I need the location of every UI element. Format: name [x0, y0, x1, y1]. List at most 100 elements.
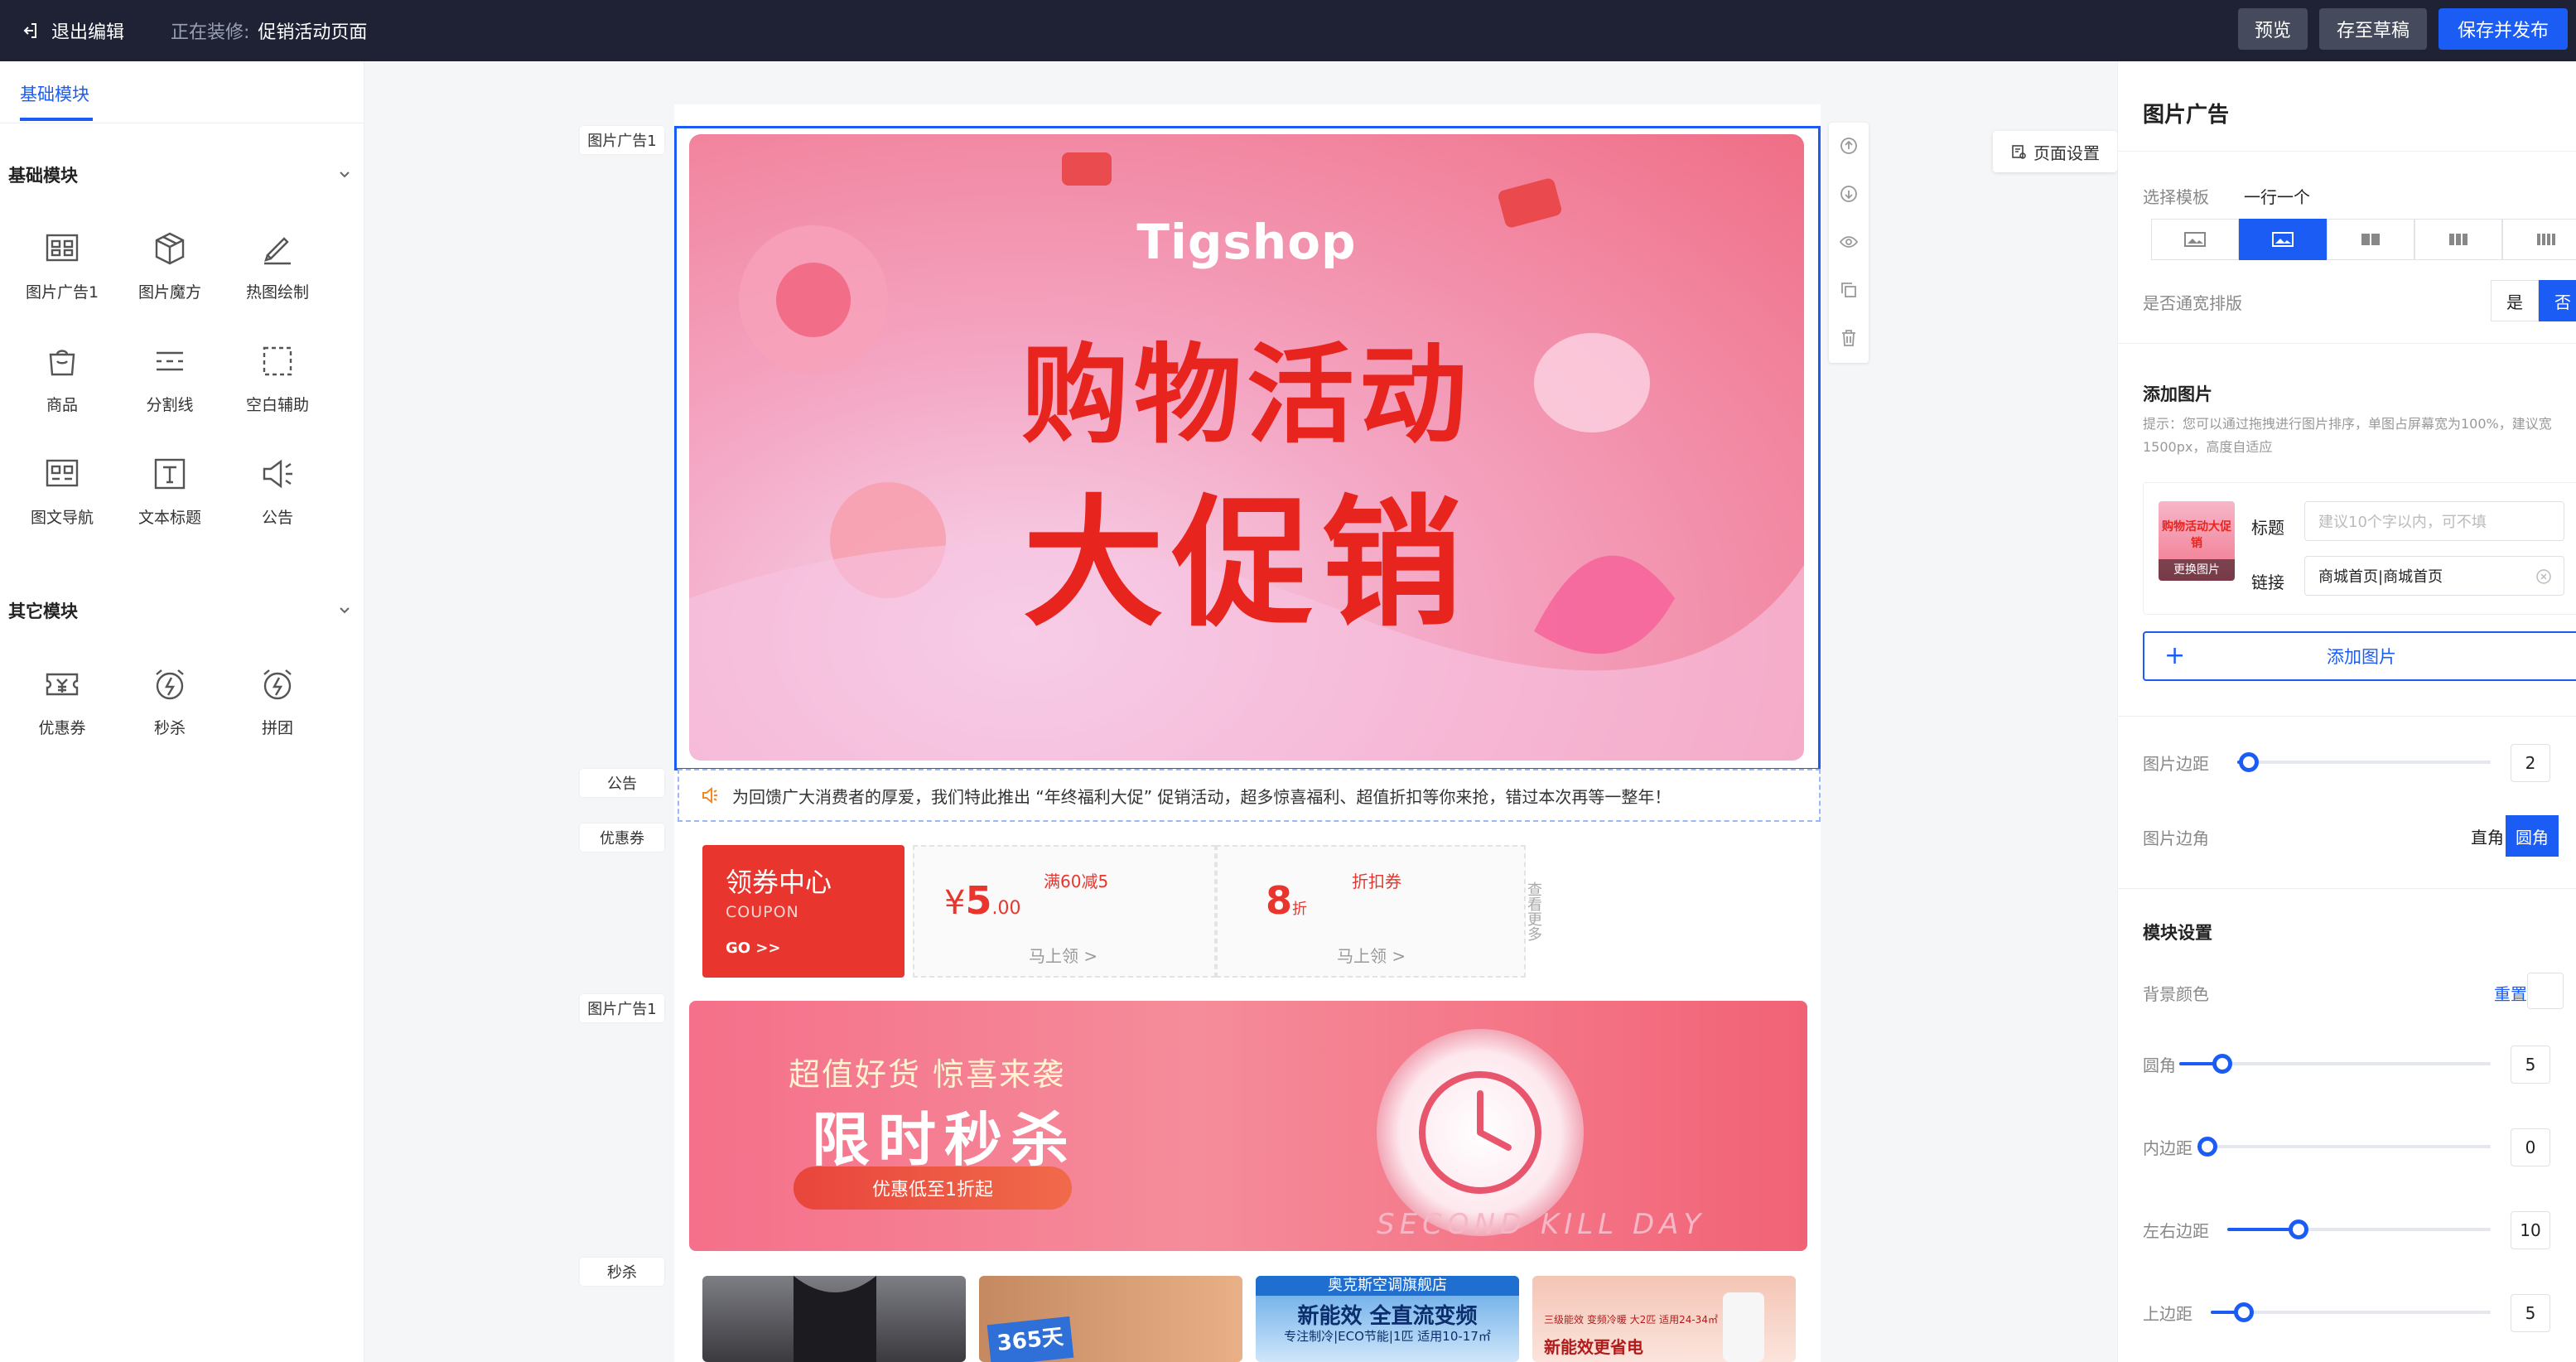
lr-margin-slider[interactable] [2227, 1220, 2491, 1239]
image-corner-label: 图片边角 [2143, 828, 2209, 848]
coupon-center-card[interactable]: 领券中心 COUPON GO >> [702, 845, 904, 978]
block-coupon[interactable]: 优惠券 [8, 659, 116, 751]
radius-input[interactable]: 5 [2511, 1046, 2550, 1084]
image-ad-icon [46, 234, 79, 262]
padding-input[interactable]: 0 [2511, 1128, 2550, 1166]
block-label: 商品 [46, 396, 78, 414]
seckill-product-image[interactable]: 三级能效 变频冷暖 大2匹 适用24-34㎡ 新能效更省电 [1532, 1276, 1796, 1362]
fullwidth-yes-option[interactable]: 是 [2491, 280, 2539, 321]
product-photo [1723, 1292, 1764, 1362]
coupon-item[interactable]: ¥5.00 满60减5 马上领 > [913, 845, 1216, 978]
block-image-nav[interactable]: 图文导航 [8, 449, 116, 540]
block-label: 文本标题 [137, 509, 201, 527]
top-margin-slider[interactable] [2211, 1302, 2491, 1322]
editing-label: 正在装修: [171, 22, 250, 43]
exit-icon [23, 23, 36, 38]
slider-knob[interactable] [2212, 1054, 2232, 1074]
coupon-value: 8折 [1266, 878, 1307, 923]
image-corner-toggle: 直角 圆角 [2469, 815, 2559, 857]
seckill-product-image[interactable]: 365天换新机 [979, 1276, 1242, 1362]
image-link-input[interactable]: 商城首页|商城首页 [2304, 556, 2564, 596]
reset-bg-color-button[interactable]: 重置 [2494, 981, 2527, 1005]
slider-knob[interactable] [2239, 752, 2259, 772]
top-margin-input[interactable]: 5 [2511, 1294, 2550, 1332]
slider-knob[interactable] [2289, 1220, 2308, 1239]
coupon-icon [46, 673, 79, 696]
coupon-amount: 5 [965, 878, 992, 923]
corner-round-option[interactable]: 圆角 [2506, 815, 2559, 857]
change-image-button[interactable]: 更换图片 [2159, 559, 2235, 581]
image-thumbnail[interactable]: 购物活动大促销 更换图片 [2159, 501, 2235, 581]
block-image-cube[interactable]: 图片魔方 [116, 224, 224, 315]
seckill-banner-image[interactable]: 超值好货 惊喜来袭 限时秒杀 优惠低至1折起 SECOND KILL DAY [689, 1001, 1807, 1251]
chevron-down-icon[interactable] [336, 166, 353, 182]
coupon-item[interactable]: 8折 折扣券 马上领 > [1216, 845, 1526, 978]
banner2-decor-text: SECOND KILL DAY [1377, 1208, 1706, 1241]
preview-button[interactable]: 预览 [2238, 8, 2308, 50]
block-seckill[interactable]: 秒杀 [116, 659, 224, 751]
move-up-icon[interactable] [1839, 136, 1859, 156]
tab-basic-modules[interactable]: 基础模块 [20, 81, 89, 106]
template-option[interactable] [2502, 219, 2576, 260]
panel-divider [2118, 343, 2576, 344]
slider-knob[interactable] [2234, 1302, 2254, 1322]
product-badge: 365天换新机 [987, 1316, 1074, 1362]
seckill-product-image[interactable]: 奥克斯空调旗舰店 新能效 全直流变频 专注制冷|ECO节能|1匹 适用10-17… [1256, 1276, 1519, 1362]
radius-slider[interactable] [2179, 1054, 2491, 1074]
block-label: 分割线 [146, 396, 194, 414]
image-title-input[interactable]: 建议10个字以内，可不填 [2304, 501, 2564, 541]
coupon-get-link[interactable]: 马上领 > [1337, 943, 1406, 967]
notice-bar[interactable]: 为回馈广大消费者的厚爱，我们特此推出 “年终福利大促” 促销活动，超多惊喜福利、… [678, 769, 1821, 822]
template-option[interactable] [2151, 219, 2239, 260]
add-image-button[interactable]: + 添加图片 [2143, 631, 2576, 681]
save-draft-button[interactable]: 存至草稿 [2319, 8, 2427, 50]
lr-margin-input[interactable]: 10 [2511, 1211, 2550, 1249]
coupon-view-more[interactable]: 查看更多 [1524, 853, 1544, 969]
notice-text: 为回馈广大消费者的厚爱，我们特此推出 “年终福利大促” 促销活动，超多惊喜福利、… [732, 786, 1672, 807]
block-divider[interactable]: 分割线 [116, 336, 224, 427]
clock-decoration [1377, 1029, 1584, 1236]
trash-icon[interactable] [1839, 328, 1859, 348]
slider-knob[interactable] [2197, 1137, 2217, 1157]
block-label: 空白辅助 [245, 396, 309, 414]
bg-color-swatch[interactable] [2527, 973, 2564, 1009]
template-option[interactable] [2327, 219, 2414, 260]
block-goods[interactable]: 商品 [8, 336, 116, 427]
page-settings-button[interactable]: 页面设置 [1993, 131, 2117, 172]
exit-edit-button[interactable]: 退出编辑 [20, 17, 124, 45]
coupon-get-link[interactable]: 马上领 > [1029, 943, 1097, 967]
clear-icon[interactable] [2535, 568, 2552, 585]
save-publish-button[interactable]: 保存并发布 [2439, 8, 2568, 50]
property-panel: 图片广告 选择模板 一行一个 是否通宽排版 是 否 添加图片 提示：您可以通过拖… [2117, 61, 2576, 1362]
image-margin-input[interactable]: 2 [2511, 744, 2550, 782]
module-label-seckill[interactable]: 秒杀 [580, 1258, 664, 1286]
block-hotspot[interactable]: 热图绘制 [224, 224, 331, 315]
corner-square-option[interactable]: 直角 [2469, 815, 2506, 857]
coupon-center-go: GO >> [726, 939, 781, 957]
block-notice[interactable]: 公告 [224, 449, 331, 540]
eye-icon[interactable] [1839, 232, 1859, 252]
padding-slider[interactable] [2197, 1137, 2491, 1157]
module-label-image-ad-2[interactable]: 图片广告1 [580, 994, 664, 1022]
pencil-icon [264, 237, 291, 265]
other-section-title[interactable]: 其它模块 [8, 598, 78, 623]
block-image-ad[interactable]: 图片广告1 [8, 224, 116, 315]
template-option[interactable] [2414, 219, 2502, 260]
block-text-title[interactable]: 文本标题 [116, 449, 224, 540]
copy-icon[interactable] [1839, 280, 1859, 300]
block-blank[interactable]: 空白辅助 [224, 336, 331, 427]
seckill-product-image[interactable] [702, 1276, 966, 1362]
block-group-buy[interactable]: 拼团 [224, 659, 331, 751]
template-option-selected[interactable] [2239, 219, 2327, 260]
chevron-down-icon[interactable] [336, 601, 353, 618]
fullwidth-no-option[interactable]: 否 [2539, 280, 2576, 321]
plus-icon: + [2164, 641, 2186, 670]
module-label-coupon[interactable]: 优惠券 [580, 823, 664, 852]
template-single-icon [2184, 232, 2206, 247]
basic-section-title[interactable]: 基础模块 [8, 162, 78, 187]
move-down-icon[interactable] [1839, 184, 1859, 204]
module-label-notice[interactable]: 公告 [580, 769, 664, 797]
coupon-center-sub: COUPON [726, 903, 799, 921]
module-label-image-ad[interactable]: 图片广告1 [580, 126, 664, 154]
image-margin-slider[interactable] [2237, 752, 2491, 772]
